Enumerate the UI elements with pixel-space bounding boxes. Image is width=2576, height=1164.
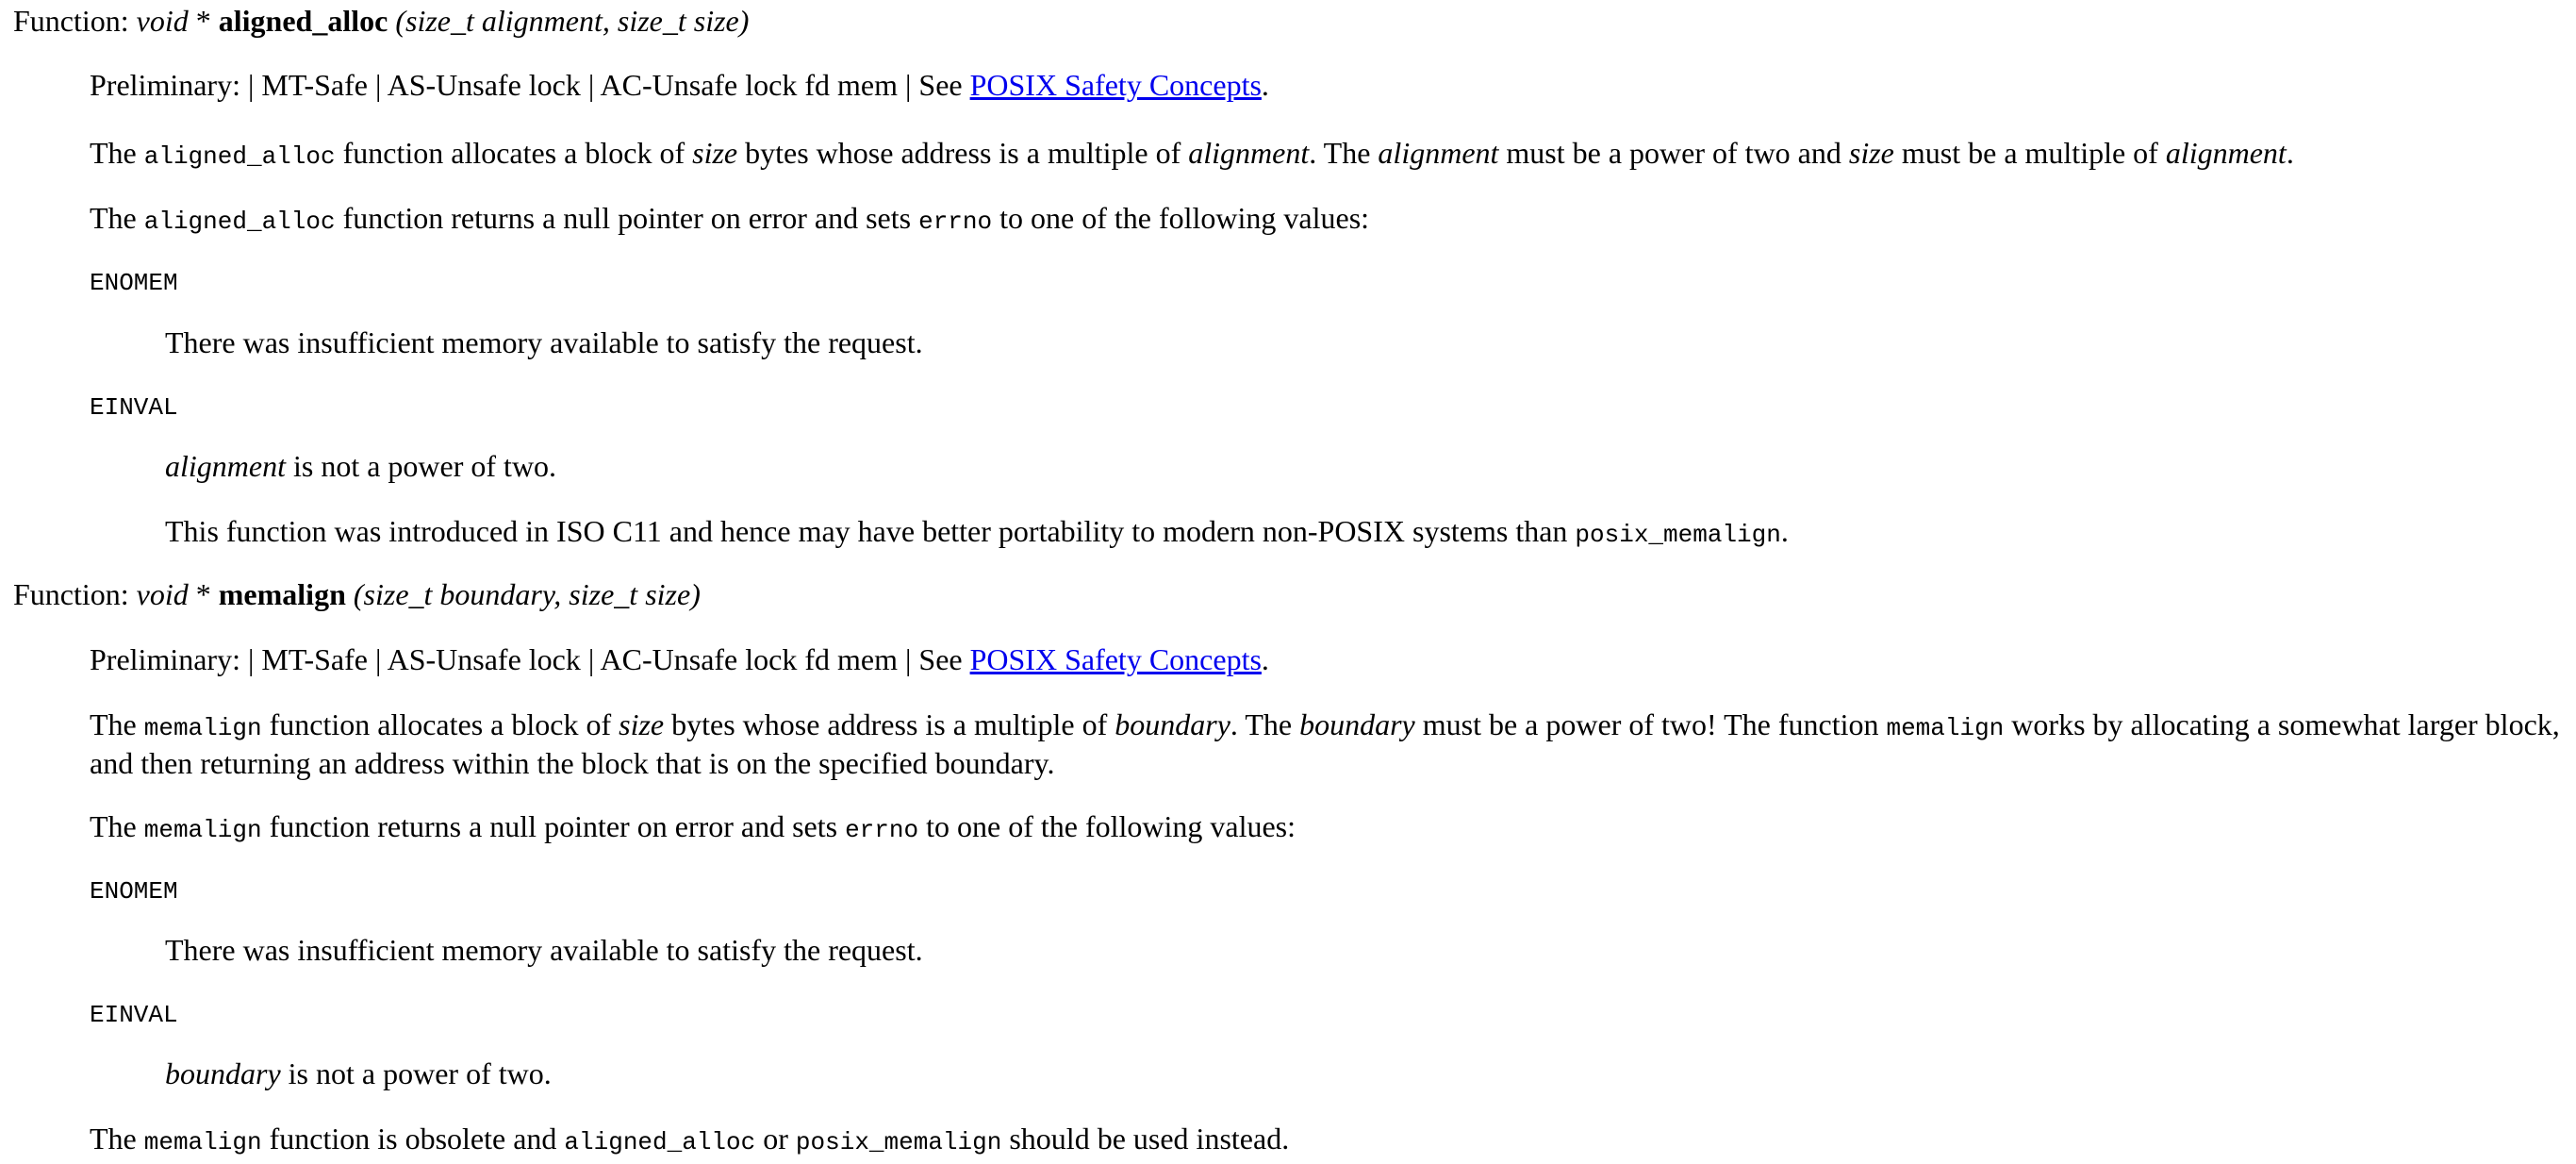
- code-aligned-alloc: aligned_alloc: [143, 208, 336, 236]
- code-errno: errno: [918, 208, 993, 236]
- text: is not a power of two.: [280, 1056, 552, 1090]
- code-aligned-alloc: aligned_alloc: [564, 1128, 756, 1156]
- text: bytes whose address is a multiple of: [664, 707, 1115, 741]
- error-code-einval: EINVAL: [90, 393, 178, 422]
- header-prefix: Function:: [13, 4, 137, 38]
- function-name: aligned_alloc: [218, 4, 388, 38]
- text: . The: [1230, 707, 1300, 741]
- param-size: size: [619, 707, 665, 741]
- text: to one of the following values:: [918, 809, 1296, 843]
- text: bytes whose address is a multiple of: [737, 136, 1189, 170]
- error-description: boundary is not a power of two.: [165, 1056, 552, 1091]
- returns-paragraph: The aligned_alloc function returns a nul…: [90, 201, 1369, 236]
- text: The: [90, 809, 144, 843]
- preliminary-text: Preliminary: | MT-Safe | AS-Unsafe lock …: [90, 68, 970, 102]
- text: to one of the following values:: [992, 201, 1370, 235]
- code-memalign: memalign: [143, 816, 262, 844]
- param-boundary: boundary: [1299, 707, 1415, 741]
- param-size: size: [1848, 136, 1894, 170]
- param-boundary: boundary: [165, 1056, 281, 1090]
- return-type: void: [136, 577, 189, 611]
- text: The: [90, 136, 144, 170]
- code-posix-memalign: posix_memalign: [795, 1128, 1002, 1156]
- pointer-star: *: [188, 577, 219, 611]
- error-code-enomem: ENOMEM: [90, 877, 178, 906]
- text: must be a power of two! The function: [1414, 707, 1887, 741]
- text: function returns a null pointer on error…: [261, 809, 846, 843]
- document-page: Function: void * aligned_alloc (size_t a…: [0, 0, 2576, 1164]
- text: The: [90, 201, 144, 235]
- code-aligned-alloc: aligned_alloc: [143, 142, 336, 171]
- text: The: [90, 1122, 144, 1156]
- text: .: [2286, 136, 2294, 170]
- text: function returns a null pointer on error…: [335, 201, 919, 235]
- return-type: void: [136, 4, 189, 38]
- param-alignment: alignment: [2165, 136, 2287, 170]
- text: The: [90, 707, 144, 741]
- code-memalign: memalign: [143, 1128, 262, 1156]
- text: . The: [1309, 136, 1379, 170]
- note-paragraph: The memalign function is obsolete and al…: [90, 1122, 1289, 1156]
- function-header-aligned-alloc: Function: void * aligned_alloc (size_t a…: [13, 4, 749, 39]
- description-paragraph: The aligned_alloc function allocates a b…: [90, 136, 2294, 171]
- param-boundary: boundary: [1115, 707, 1230, 741]
- error-code-enomem: ENOMEM: [90, 269, 178, 297]
- note-paragraph: This function was introduced in ISO C11 …: [165, 514, 1789, 549]
- text: function allocates a block of: [261, 707, 619, 741]
- preliminary-end: .: [1261, 642, 1269, 676]
- text: function allocates a block of: [335, 136, 693, 170]
- error-description: alignment is not a power of two.: [165, 449, 556, 484]
- code-errno: errno: [845, 816, 919, 844]
- error-code-einval: EINVAL: [90, 1001, 178, 1029]
- function-args: (size_t boundary, size_t size): [345, 577, 701, 611]
- description-paragraph: The memalign function allocates a block …: [90, 707, 2560, 781]
- function-header-memalign: Function: void * memalign (size_t bounda…: [13, 577, 701, 612]
- text: should be used instead.: [1001, 1122, 1290, 1156]
- param-alignment: alignment: [165, 449, 286, 483]
- text: function is obsolete and: [261, 1122, 565, 1156]
- preliminary-text: Preliminary: | MT-Safe | AS-Unsafe lock …: [90, 642, 970, 676]
- pointer-star: *: [188, 4, 219, 38]
- error-description: There was insufficient memory available …: [165, 325, 923, 359]
- param-size: size: [692, 136, 738, 170]
- posix-safety-concepts-link[interactable]: POSIX Safety Concepts: [970, 642, 1262, 676]
- param-alignment: alignment: [1188, 136, 1310, 170]
- param-alignment: alignment: [1378, 136, 1499, 170]
- error-description: There was insufficient memory available …: [165, 933, 923, 967]
- text: This function was introduced in ISO C11 …: [165, 514, 1576, 548]
- code-posix-memalign: posix_memalign: [1575, 521, 1781, 549]
- header-prefix: Function:: [13, 577, 137, 611]
- function-args: (size_t alignment, size_t size): [388, 4, 750, 38]
- preliminary-end: .: [1261, 68, 1269, 102]
- text: .: [1780, 514, 1789, 548]
- returns-paragraph: The memalign function returns a null poi…: [90, 809, 1296, 844]
- code-memalign: memalign: [143, 714, 262, 742]
- text: is not a power of two.: [285, 449, 557, 483]
- preliminary-line: Preliminary: | MT-Safe | AS-Unsafe lock …: [90, 642, 1269, 677]
- text: or: [755, 1122, 796, 1156]
- text: must be a power of two and: [1498, 136, 1849, 170]
- code-memalign: memalign: [1886, 714, 2005, 742]
- preliminary-line: Preliminary: | MT-Safe | AS-Unsafe lock …: [90, 68, 1269, 103]
- function-name: memalign: [218, 577, 346, 611]
- text: must be a multiple of: [1893, 136, 2166, 170]
- posix-safety-concepts-link[interactable]: POSIX Safety Concepts: [970, 68, 1262, 102]
